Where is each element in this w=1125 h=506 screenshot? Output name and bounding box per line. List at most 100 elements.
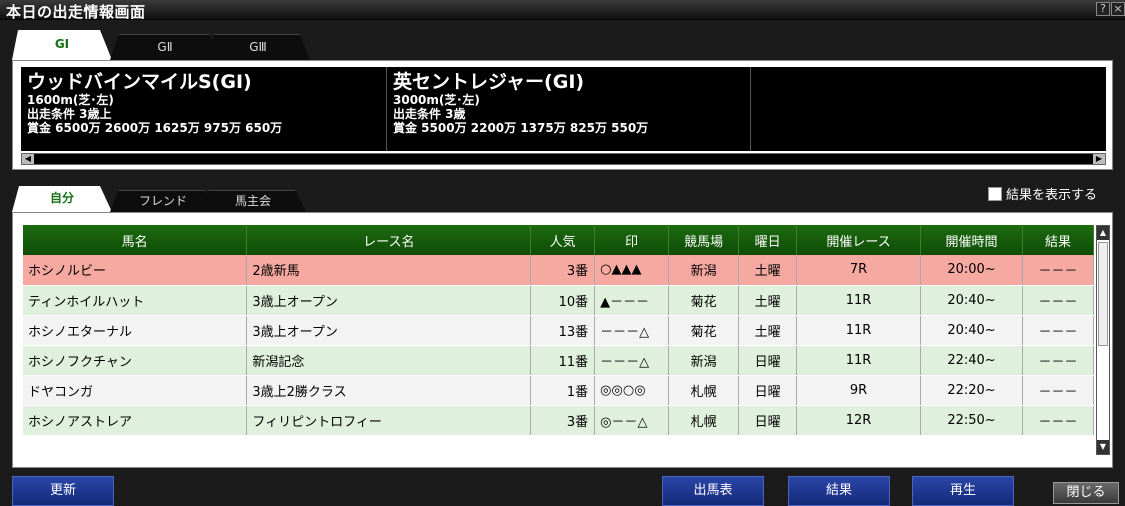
entries-panel: 馬名 レース名 人気 印 競馬場 曜日 開催レース 開催時間 結果 ホシノルビー… — [12, 212, 1113, 468]
col-header-race-name[interactable]: レース名 — [246, 225, 532, 255]
replay-button[interactable]: 再生 — [912, 476, 1014, 506]
table-row[interactable]: ホシノアストレア フィリピントロフィー 3番 ◎－－△ 札幌 日曜 12R 22… — [23, 405, 1095, 436]
table-row[interactable]: ホシノエターナル 3歳上オープン 13番 －－－△ 菊花 土曜 11R 20:4… — [23, 315, 1095, 346]
cell-race-number: 11R — [796, 315, 922, 346]
cell-day: 日曜 — [738, 405, 798, 436]
cell-marks: －－－△ — [594, 345, 670, 376]
race-card[interactable]: 英セントレジャー(GⅠ) 3000m(芝･左) 出走条件 3歳 賞金 5500万… — [387, 67, 751, 151]
cell-racecourse: 札幌 — [668, 375, 740, 406]
tab-friend[interactable]: フレンド — [110, 190, 216, 212]
race-card[interactable]: ウッドバインマイルS(GⅠ) 1600m(芝･左) 出走条件 3歳上 賞金 65… — [21, 67, 387, 151]
cell-race-number: 12R — [796, 405, 922, 436]
cell-popularity: 11番 — [530, 345, 596, 376]
scroll-left-icon[interactable]: ◀ — [22, 154, 34, 164]
scroll-down-icon[interactable]: ▼ — [1097, 440, 1109, 454]
cell-racecourse: 新潟 — [668, 255, 740, 286]
cell-race-number: 11R — [796, 285, 922, 316]
race-condition: 出走条件 3歳上 — [27, 107, 112, 121]
race-distance: 3000m(芝･左) — [393, 93, 480, 107]
table-row[interactable]: ドヤコンガ 3歳上2勝クラス 1番 ◎◎○◎ 札幌 日曜 9R 22:20~ －… — [23, 375, 1095, 406]
race-name: ウッドバインマイルS(GⅠ) — [27, 71, 252, 93]
cell-start-time: 22:50~ — [920, 405, 1023, 436]
col-header-race-number[interactable]: 開催レース — [796, 225, 922, 255]
cell-race-name: 3歳上オープン — [246, 315, 532, 346]
col-header-day[interactable]: 曜日 — [738, 225, 798, 255]
horizontal-scrollbar[interactable]: ◀ ▶ — [21, 153, 1106, 165]
cell-horse-name: ホシノアストレア — [23, 405, 248, 436]
cell-racecourse: 菊花 — [668, 315, 740, 346]
col-header-start-time[interactable]: 開催時間 — [920, 225, 1023, 255]
vertical-scrollbar[interactable]: ▲ ▼ — [1096, 225, 1110, 455]
cell-racecourse: 菊花 — [668, 285, 740, 316]
race-condition: 出走条件 3歳 — [393, 107, 466, 121]
cell-result: －－－ — [1022, 375, 1095, 406]
tab-g1[interactable]: GⅠ — [12, 30, 112, 60]
cell-marks: －－－△ — [594, 315, 670, 346]
entries-table: 馬名 レース名 人気 印 競馬場 曜日 開催レース 開催時間 結果 ホシノルビー… — [23, 225, 1095, 436]
results-button[interactable]: 結果 — [788, 476, 890, 506]
tab-g3[interactable]: GⅢ — [206, 34, 310, 60]
cell-race-name: 新潟記念 — [246, 345, 532, 376]
cell-popularity: 10番 — [530, 285, 596, 316]
cell-day: 土曜 — [738, 315, 798, 346]
cell-day: 土曜 — [738, 285, 798, 316]
cell-horse-name: ドヤコンガ — [23, 375, 248, 406]
race-name: 英セントレジャー(GⅠ) — [393, 71, 585, 93]
table-row[interactable]: ホシノルビー 2歳新馬 3番 ○▲▲▲ 新潟 土曜 7R 20:00~ －－－ — [23, 255, 1095, 286]
race-info-list: ウッドバインマイルS(GⅠ) 1600m(芝･左) 出走条件 3歳上 賞金 65… — [21, 67, 1106, 151]
window-close-button[interactable]: × — [1111, 2, 1125, 16]
show-results-label: 結果を表示する — [1006, 188, 1098, 203]
tab-self[interactable]: 自分 — [12, 186, 112, 212]
cell-race-name: 3歳上2勝クラス — [246, 375, 532, 406]
cell-start-time: 20:40~ — [920, 285, 1023, 316]
window-title: 本日の出走情報画面 — [6, 3, 146, 21]
col-header-marks[interactable]: 印 — [594, 225, 670, 255]
col-header-result[interactable]: 結果 — [1022, 225, 1095, 255]
cell-result: －－－ — [1022, 285, 1095, 316]
col-header-popularity[interactable]: 人気 — [530, 225, 596, 255]
col-header-racecourse[interactable]: 競馬場 — [668, 225, 740, 255]
cell-marks: ▲－－－ — [594, 285, 670, 316]
cell-start-time: 22:20~ — [920, 375, 1023, 406]
cell-popularity: 3番 — [530, 255, 596, 286]
col-header-horse-name[interactable]: 馬名 — [23, 225, 248, 255]
race-distance: 1600m(芝･左) — [27, 93, 114, 107]
update-button[interactable]: 更新 — [12, 476, 114, 506]
scrollbar-thumb[interactable] — [1098, 242, 1108, 346]
cell-marks: ◎－－△ — [594, 405, 670, 436]
cell-popularity: 3番 — [530, 405, 596, 436]
cell-horse-name: ホシノルビー — [23, 255, 248, 286]
cell-marks: ◎◎○◎ — [594, 375, 670, 406]
cell-day: 日曜 — [738, 345, 798, 376]
race-prize: 賞金 6500万 2600万 1625万 975万 650万 — [27, 121, 283, 135]
cell-race-number: 9R — [796, 375, 922, 406]
tab-owners-club[interactable]: 馬主会 — [200, 190, 306, 212]
cell-popularity: 1番 — [530, 375, 596, 406]
cell-result: －－－ — [1022, 405, 1095, 436]
cell-result: －－－ — [1022, 345, 1095, 376]
cell-race-name: フィリピントロフィー — [246, 405, 532, 436]
entries-button[interactable]: 出馬表 — [662, 476, 764, 506]
close-button[interactable]: 閉じる — [1053, 482, 1119, 504]
cell-day: 土曜 — [738, 255, 798, 286]
cell-start-time: 22:40~ — [920, 345, 1023, 376]
cell-popularity: 13番 — [530, 315, 596, 346]
cell-start-time: 20:40~ — [920, 315, 1023, 346]
table-row[interactable]: ティンホイルハット 3歳上オープン 10番 ▲－－－ 菊花 土曜 11R 20:… — [23, 285, 1095, 316]
cell-race-number: 11R — [796, 345, 922, 376]
table-header-row: 馬名 レース名 人気 印 競馬場 曜日 開催レース 開催時間 結果 — [23, 225, 1095, 255]
scroll-right-icon[interactable]: ▶ — [1093, 154, 1105, 164]
show-results-toggle[interactable]: 結果を表示する — [988, 184, 1097, 203]
show-results-checkbox[interactable] — [988, 187, 1002, 201]
cell-day: 日曜 — [738, 375, 798, 406]
scroll-up-icon[interactable]: ▲ — [1097, 226, 1109, 240]
cell-result: －－－ — [1022, 255, 1095, 286]
cell-racecourse: 新潟 — [668, 345, 740, 376]
help-button[interactable]: ? — [1096, 2, 1110, 16]
title-bar: 本日の出走情報画面 ? × — [0, 0, 1125, 21]
cell-race-name: 3歳上オープン — [246, 285, 532, 316]
cell-horse-name: ティンホイルハット — [23, 285, 248, 316]
table-row[interactable]: ホシノフクチャン 新潟記念 11番 －－－△ 新潟 日曜 11R 22:40~ … — [23, 345, 1095, 376]
tab-g2[interactable]: GⅡ — [110, 34, 220, 60]
cell-horse-name: ホシノエターナル — [23, 315, 248, 346]
